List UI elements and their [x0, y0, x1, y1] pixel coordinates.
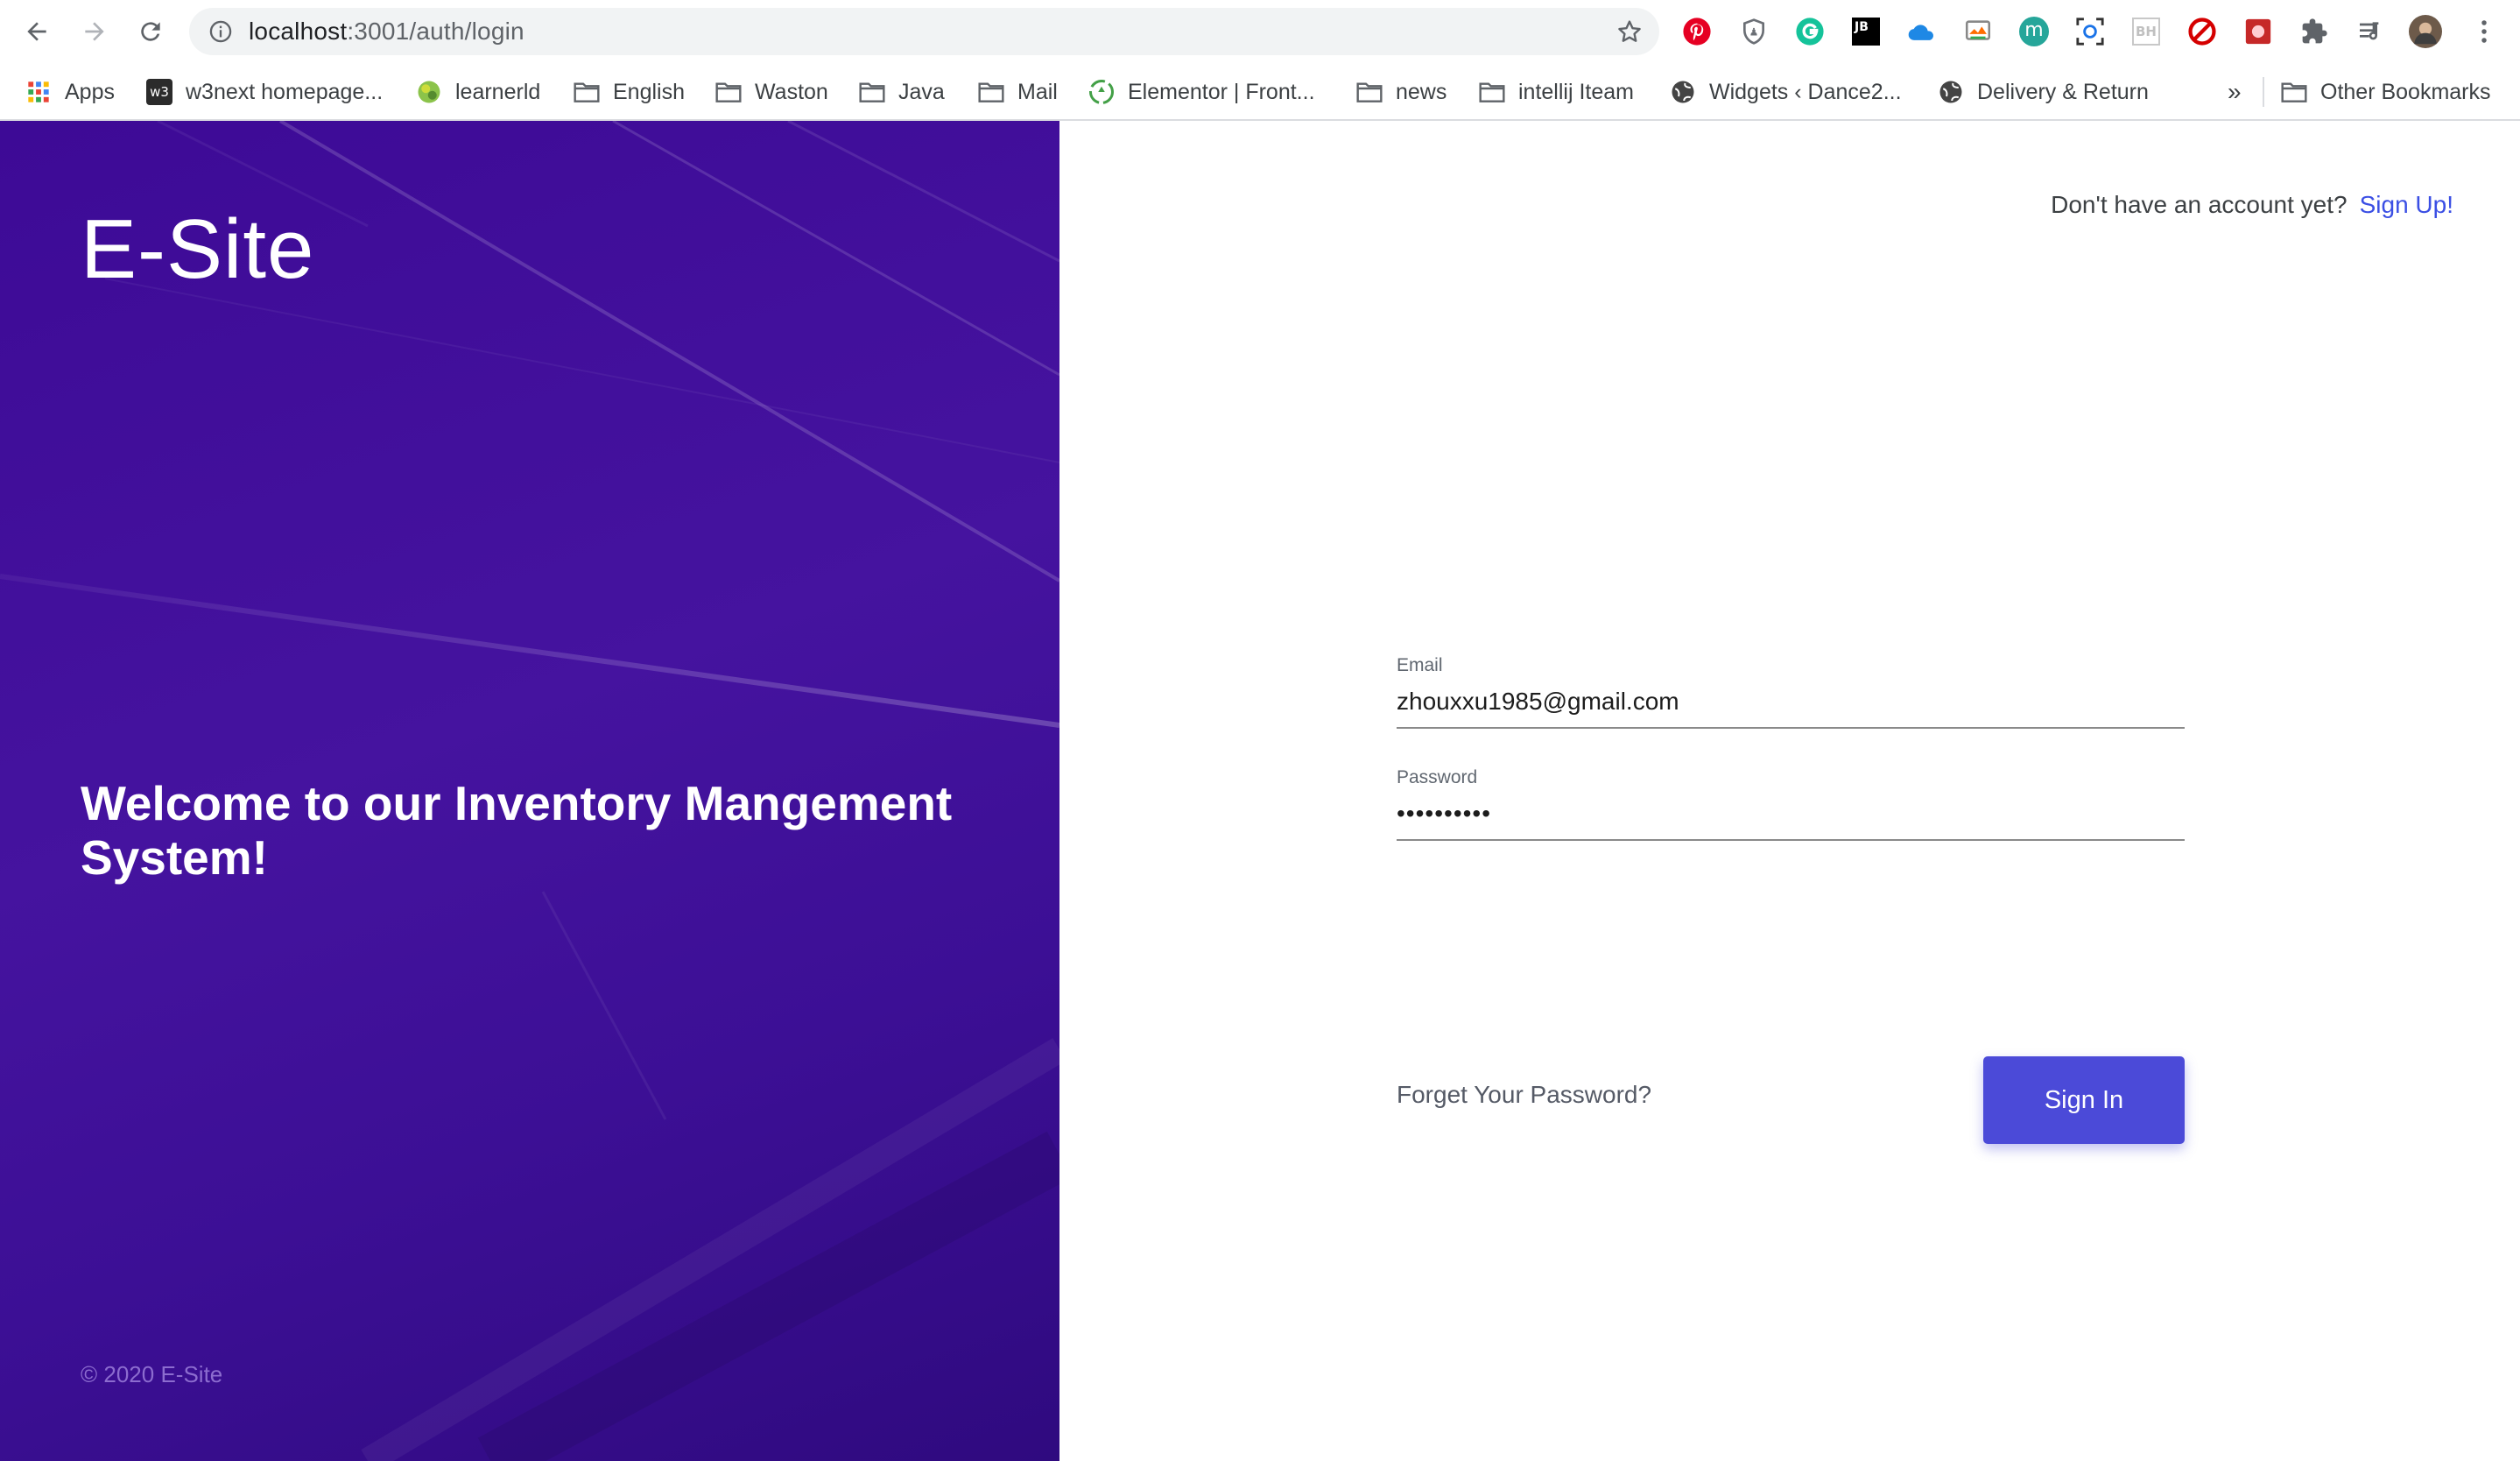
- bookmarks-separator: [2263, 77, 2264, 107]
- w3-icon: w3: [145, 78, 173, 106]
- puzzle-icon[interactable]: [2298, 15, 2331, 48]
- bookmarks-bar: Apps w3 w3next homepage... learnerld Eng…: [0, 63, 2520, 121]
- bookmark-label: Delivery & Return: [1977, 79, 2149, 104]
- folder-icon: [2280, 78, 2308, 106]
- m-extension-label: m: [2019, 17, 2049, 46]
- bookmark-label: Java: [898, 79, 945, 104]
- svg-text:♟: ♟: [1749, 26, 1759, 39]
- red-extension-icon[interactable]: [2242, 15, 2275, 48]
- apps-grid-icon: [25, 78, 53, 106]
- bookmark-label: Elementor | Front...: [1128, 79, 1315, 104]
- password-field[interactable]: ••••••••••: [1397, 788, 2185, 841]
- reading-list-icon[interactable]: [2354, 15, 2387, 48]
- cloud-icon[interactable]: [1905, 15, 1939, 48]
- bookmark-english[interactable]: English: [573, 63, 685, 121]
- hero-panel: E-Site Welcome to our Inventory Mangemen…: [0, 121, 1059, 1461]
- signup-prompt-text: Don't have an account yet?: [2051, 191, 2348, 218]
- overflow-chevron-icon: »: [2228, 78, 2242, 105]
- bookmark-waston[interactable]: Waston: [714, 63, 828, 121]
- url-host: localhost: [249, 18, 348, 45]
- site-info-icon[interactable]: [208, 19, 233, 44]
- login-page: E-Site Welcome to our Inventory Mangemen…: [0, 121, 2520, 1461]
- bookmark-label: w3next homepage...: [186, 79, 384, 104]
- bookmark-label: Mail: [1017, 79, 1058, 104]
- address-bar[interactable]: localhost:3001/auth/login: [189, 8, 1659, 55]
- folder-icon: [977, 78, 1005, 106]
- block-icon[interactable]: [2186, 15, 2219, 48]
- jetbrains-icon[interactable]: JB: [1849, 15, 1883, 48]
- signup-link[interactable]: Sign Up!: [2360, 191, 2453, 219]
- shield-icon[interactable]: ♟: [1737, 15, 1770, 48]
- forgot-password-link[interactable]: Forget Your Password?: [1397, 1081, 1651, 1109]
- bookmark-intellij[interactable]: intellij Iteam: [1478, 63, 1634, 121]
- profile-avatar-icon[interactable]: [2409, 15, 2442, 48]
- welcome-heading: Welcome to our Inventory Mangement Syste…: [81, 776, 953, 885]
- grammarly-icon[interactable]: [1793, 15, 1827, 48]
- bookmark-label: Apps: [65, 79, 115, 104]
- address-url[interactable]: localhost:3001/auth/login: [249, 8, 524, 55]
- bookmark-mail[interactable]: Mail: [977, 63, 1058, 121]
- bh-icon[interactable]: BH: [2129, 15, 2163, 48]
- jetbrains-label: JB: [1852, 18, 1880, 46]
- password-group: Password ••••••••••: [1397, 767, 2185, 841]
- sign-in-button[interactable]: Sign In: [1983, 1056, 2185, 1144]
- bookmark-label: intellij Iteam: [1518, 79, 1634, 104]
- bookmark-other[interactable]: Other Bookmarks: [2280, 63, 2491, 121]
- reload-icon: [141, 22, 160, 41]
- w3-badge: w3: [146, 79, 172, 105]
- bookmark-news[interactable]: news: [1355, 63, 1447, 121]
- bookmark-widgets[interactable]: Widgets ‹ Dance2...: [1669, 63, 1902, 121]
- browser-toolbar: localhost:3001/auth/login ♟ JB m BH: [0, 0, 2520, 63]
- back-arrow-icon: [27, 22, 46, 41]
- form-actions: Forget Your Password? Sign In: [1397, 1056, 2185, 1144]
- bh-label: BH: [2132, 18, 2160, 46]
- pinterest-icon[interactable]: [1680, 15, 1714, 48]
- bookmarks-overflow-button[interactable]: »: [2228, 63, 2242, 121]
- bookmark-star-icon[interactable]: [1615, 18, 1644, 46]
- login-form: Email Password •••••••••• Forget Your Pa…: [1397, 655, 2185, 1144]
- globe-icon: [1669, 78, 1697, 106]
- folder-icon: [1355, 78, 1383, 106]
- globe-icon: [1937, 78, 1965, 106]
- globe-icon: [415, 78, 443, 106]
- bookmark-label: English: [613, 79, 685, 104]
- bookmark-delivery[interactable]: Delivery & Return: [1937, 63, 2149, 121]
- email-field[interactable]: [1397, 676, 2185, 729]
- url-path: :3001/auth/login: [347, 18, 524, 45]
- signup-prompt-row: Don't have an account yet? Sign Up!: [2051, 191, 2453, 219]
- folder-icon: [858, 78, 886, 106]
- bookmark-label: learnerld: [455, 79, 541, 104]
- recycle-icon: [1088, 78, 1116, 106]
- copyright-text: © 2020 E-Site: [81, 1361, 223, 1387]
- email-label: Email: [1397, 655, 1443, 675]
- reload-button[interactable]: [131, 12, 170, 51]
- bookmark-label: news: [1396, 79, 1447, 104]
- folder-icon: [573, 78, 601, 106]
- bookmark-learnerld[interactable]: learnerld: [415, 63, 540, 121]
- bookmark-w3next[interactable]: w3 w3next homepage...: [145, 63, 383, 121]
- scan-icon[interactable]: [2073, 15, 2107, 48]
- bookmark-label: Widgets ‹ Dance2...: [1709, 79, 1902, 104]
- email-group: Email: [1397, 655, 2185, 729]
- m-extension-icon[interactable]: m: [2017, 15, 2051, 48]
- bookmark-label: Other Bookmarks: [2320, 79, 2491, 104]
- folder-icon: [1478, 78, 1506, 106]
- forward-button[interactable]: [75, 12, 114, 51]
- bookmark-elementor[interactable]: Elementor | Front...: [1088, 63, 1315, 121]
- bookmark-java[interactable]: Java: [858, 63, 945, 121]
- cast-icon[interactable]: [1961, 15, 1995, 48]
- brand-logo-text: E-Site: [81, 202, 315, 296]
- bookmark-apps[interactable]: Apps: [25, 63, 115, 121]
- menu-kebab-icon[interactable]: [2467, 15, 2501, 48]
- bookmark-label: Waston: [755, 79, 828, 104]
- back-button[interactable]: [18, 12, 56, 51]
- forward-arrow-icon: [85, 22, 104, 41]
- folder-icon: [714, 78, 743, 106]
- password-label: Password: [1397, 767, 1478, 787]
